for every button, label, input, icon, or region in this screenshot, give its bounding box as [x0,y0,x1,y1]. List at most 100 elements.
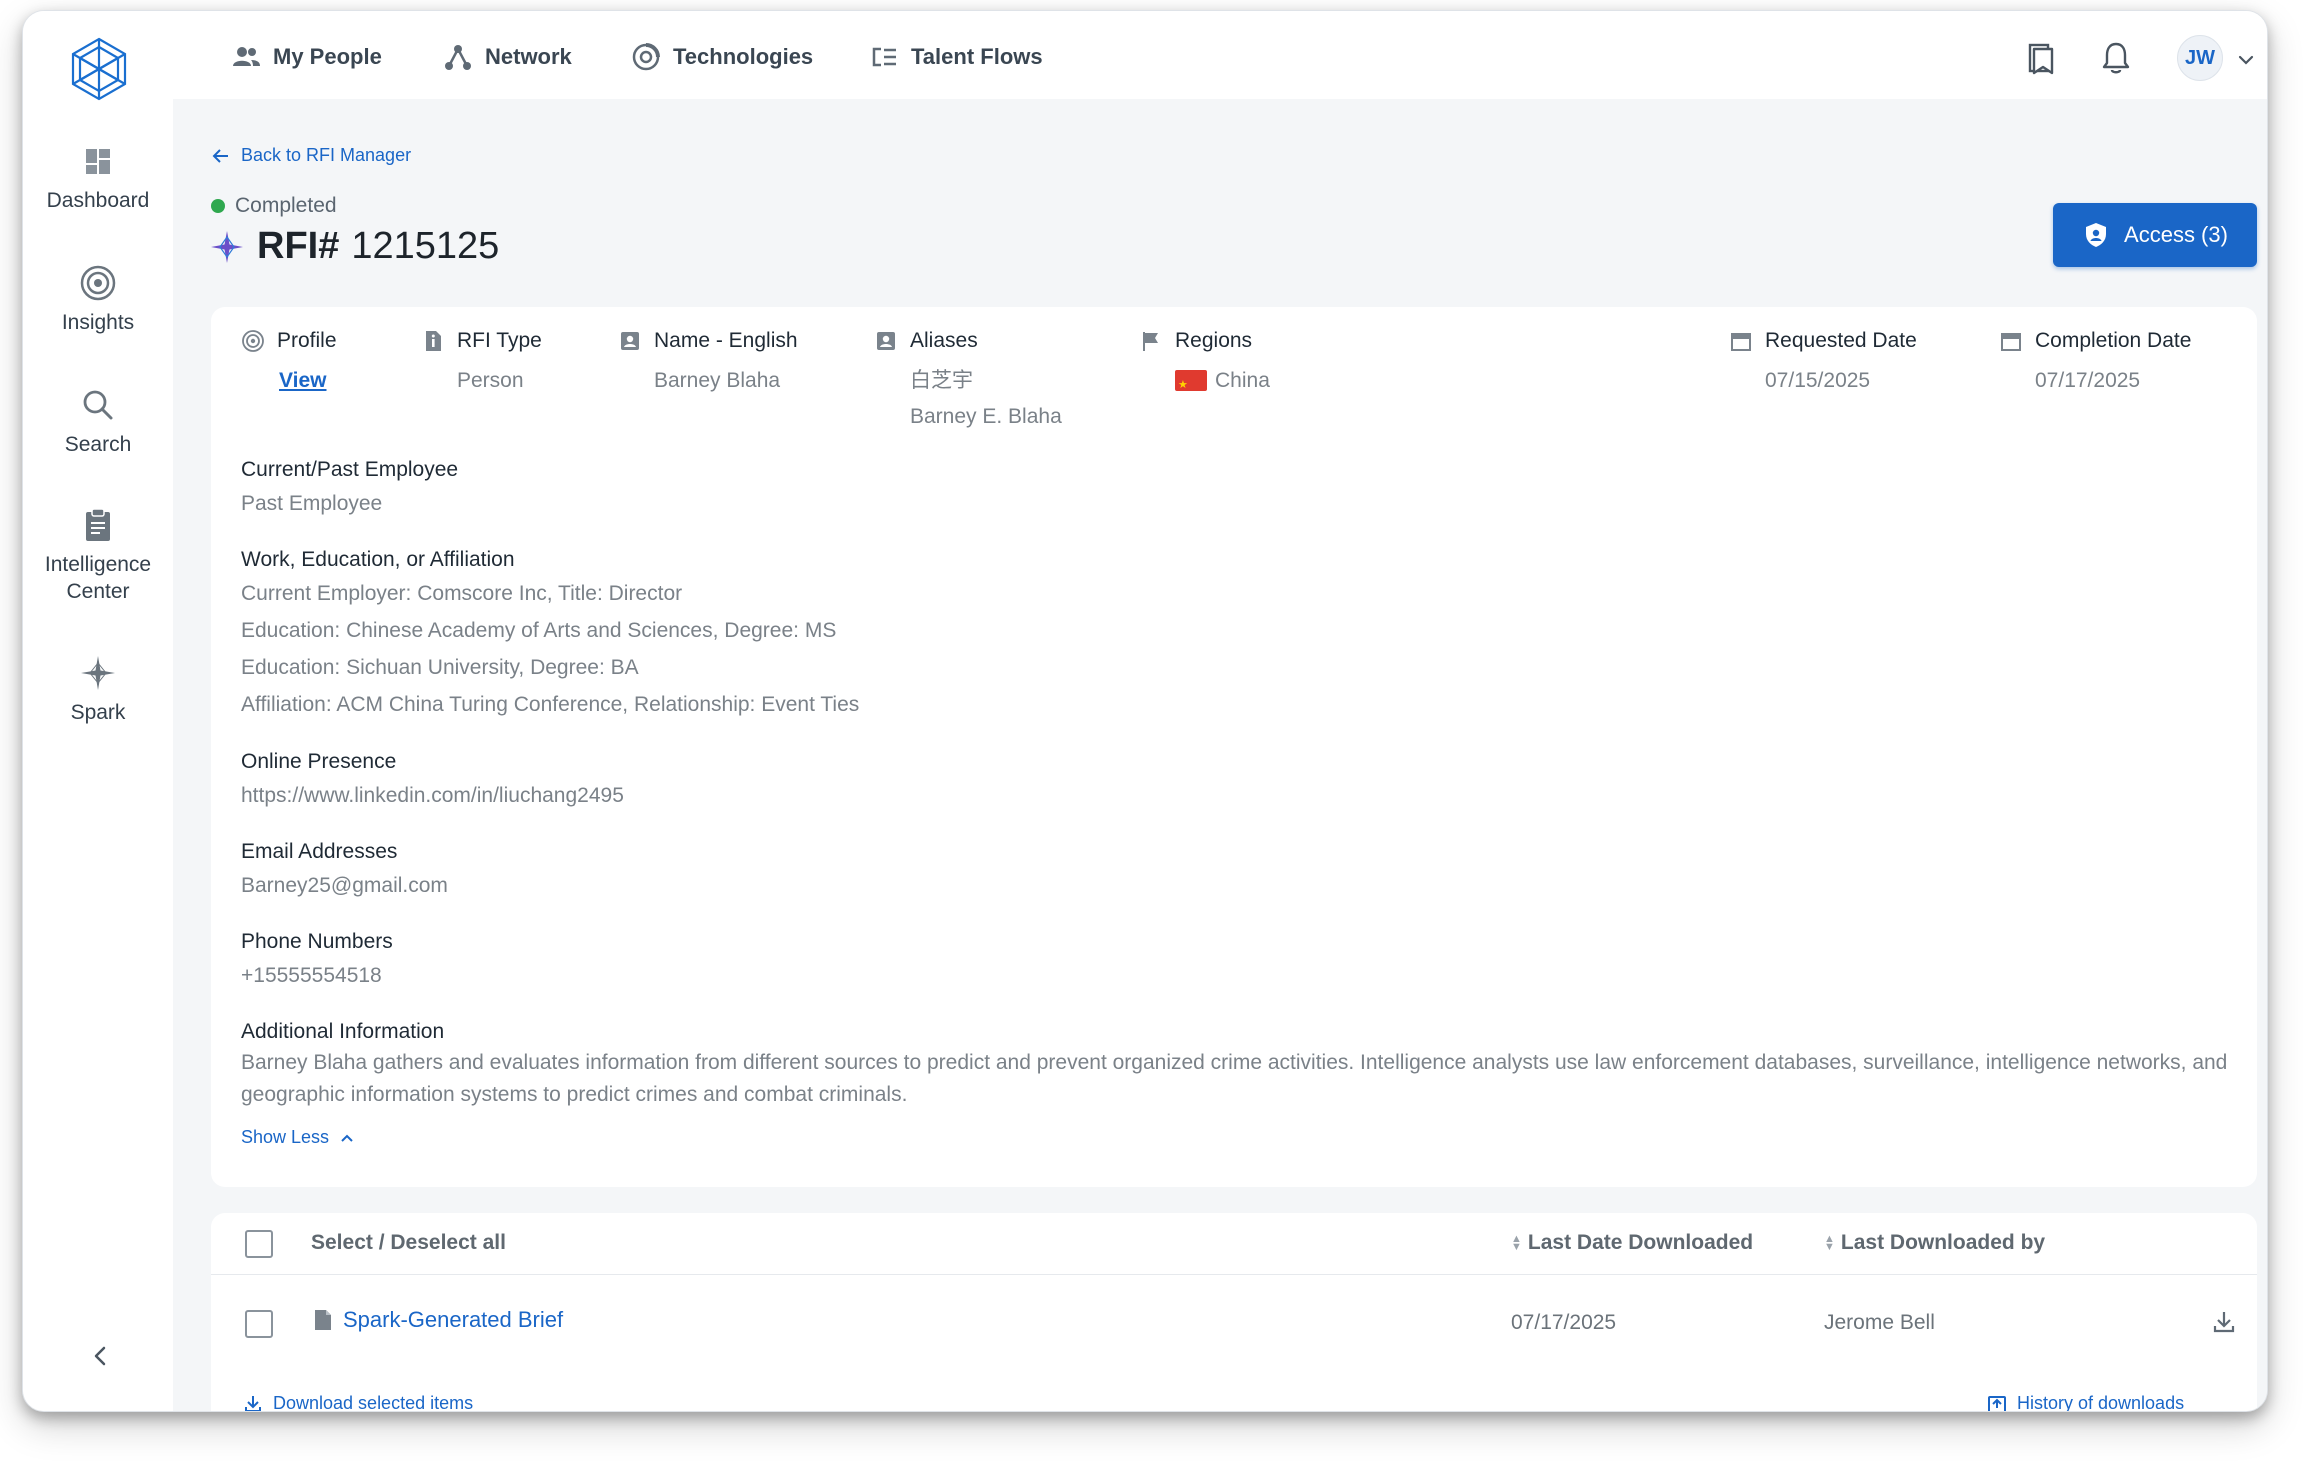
field-completion-date: Completion Date 07/17/2025 [1999,325,2191,399]
target-icon [242,330,264,352]
network-icon [445,45,471,70]
show-less-label: Show Less [241,1127,330,1147]
sidebar-item-dashboard[interactable]: Dashboard [23,141,173,214]
title-number: 1215125 [351,225,500,267]
history-icon [1988,1395,2006,1411]
nav-item-network[interactable]: Network [443,39,572,75]
sidebar-item-spark[interactable]: Spark [23,653,173,726]
target-icon [80,265,116,301]
status-text: Completed [235,194,337,217]
downloads-table: Select / Deselect all ▲ ▼ Last Date Downl… [211,1213,2257,1412]
block-title: Email Addresses [241,840,398,863]
contact-card-icon [877,332,895,350]
document-name: Spark-Generated Brief [343,1307,564,1332]
select-all-checkbox[interactable] [245,1230,273,1258]
nav-item-label: Talent Flows [911,44,1043,69]
access-button[interactable]: Access (3) [2053,203,2257,267]
field-value: 07/15/2025 [1765,369,1871,392]
info-icon [426,331,441,351]
status-badge: Completed [211,194,337,218]
field-label: Regions [1175,329,1253,352]
alias-value: 白芝宇 [910,369,973,392]
access-button-label: Access (3) [2124,222,2228,247]
field-name-english: Name - English Barney Blaha [618,325,798,399]
sidebar-item-label: Insights [61,311,135,334]
field-label: Name - English [654,329,798,352]
field-requested-date: Requested Date 07/15/2025 [1729,325,1917,399]
app-window: Dashboard Insights Search Intelligence C… [22,10,2268,1412]
back-to-rfi-manager-link[interactable]: Back to RFI Manager [211,145,411,166]
block-line: Affiliation: ACM China Turing Conference… [241,693,860,716]
column-label: Last Date Downloaded [1527,1231,1754,1254]
column-label: Last Downloaded by [1840,1231,2046,1254]
column-last-date-downloaded[interactable]: ▲ ▼ Last Date Downloaded [1511,1231,1753,1255]
nav-item-label: Technologies [673,44,814,69]
bell-icon[interactable] [2097,39,2135,77]
field-rfi-type: RFI Type Person [421,325,542,399]
field-label: RFI Type [457,329,542,352]
block-title: Phone Numbers [241,930,393,953]
back-link-label: Back to RFI Manager [241,145,412,165]
block-title: Additional Information [241,1020,445,1043]
block-title: Current/Past Employee [241,458,459,481]
block-work-education: Work, Education, or Affiliation Current … [241,545,859,723]
block-value: https://www.linkedin.com/in/liuchang2495 [241,784,624,807]
clipboard-icon [86,508,110,541]
sort-icon: ▲ ▼ [1824,1233,1835,1253]
chevron-down-icon[interactable] [2235,49,2257,71]
document-link[interactable]: Spark-Generated Brief [313,1307,563,1333]
sidebar-item-insights[interactable]: Insights [23,263,173,336]
spark-icon [81,656,115,690]
main-content: Back to RFI Manager Completed RFI# 12151… [173,99,2267,1411]
document-icon [315,1310,331,1330]
last-downloaded-by: Jerome Bell [1824,1311,1935,1334]
block-value: +15555554518 [241,964,382,987]
sidebar-item-label: Search [64,433,132,456]
block-additional-info: Additional Information Barney Blaha gath… [241,1017,2231,1111]
field-label: Requested Date [1765,329,1917,352]
block-email: Email Addresses Barney25@gmail.com [241,837,448,904]
search-icon [83,390,113,420]
block-value: Barney Blaha gathers and evaluates infor… [241,1051,2228,1106]
top-navigation: My People Network Technologies Talent Fl… [173,11,2267,99]
page-title: RFI# 1215125 [209,225,499,268]
chevron-up-icon [341,1134,353,1142]
sidebar-item-intelligence-center[interactable]: Intelligence Center [23,505,173,605]
block-title: Online Presence [241,750,397,773]
bookmarks-icon[interactable] [2021,39,2059,77]
calendar-icon [1731,333,1751,351]
sidebar-item-label: Dashboard [46,189,150,212]
calendar-icon [2001,333,2021,351]
table-header: Select / Deselect all ▲ ▼ Last Date Downl… [211,1213,2257,1275]
app-logo-icon[interactable] [63,33,135,105]
sidebar-item-search[interactable]: Search [23,385,173,458]
block-title: Work, Education, or Affiliation [241,548,515,571]
history-label: History of downloads [2017,1393,2185,1412]
select-all-label[interactable]: Select / Deselect all [311,1231,506,1255]
show-less-button[interactable]: Show Less [241,1127,355,1148]
profile-view-link[interactable]: View [279,369,326,392]
row-checkbox[interactable] [245,1310,273,1338]
field-label: Completion Date [2035,329,2192,352]
block-line: Education: Chinese Academy of Arts and S… [241,619,837,642]
field-profile: Profile View [241,325,337,399]
alias-value: Barney E. Blaha [910,405,1062,428]
download-selected-button[interactable]: Download selected items [243,1393,473,1411]
field-value: Person [457,369,524,392]
title-prefix: RFI# [257,225,340,267]
collapse-sidebar-icon[interactable] [85,1341,115,1371]
block-employee: Current/Past Employee Past Employee [241,455,458,522]
field-regions: Regions China [1139,325,1270,403]
field-value: 07/17/2025 [2035,369,2141,392]
column-last-downloaded-by[interactable]: ▲ ▼ Last Downloaded by [1824,1231,2045,1255]
download-icon[interactable] [2211,1309,2237,1335]
history-of-downloads-button[interactable]: History of downloads [1987,1393,2185,1412]
nav-item-technologies[interactable]: Technologies [631,39,813,75]
block-line: Education: Sichuan University, Degree: B… [241,656,639,679]
people-icon [233,47,260,66]
nav-item-label: My People [273,44,382,69]
nav-item-talent-flows[interactable]: Talent Flows [869,39,1043,75]
nav-item-my-people[interactable]: My People [231,39,382,75]
select-all-text: Select / Deselect all [311,1231,506,1254]
user-avatar[interactable]: JW [2177,35,2223,81]
